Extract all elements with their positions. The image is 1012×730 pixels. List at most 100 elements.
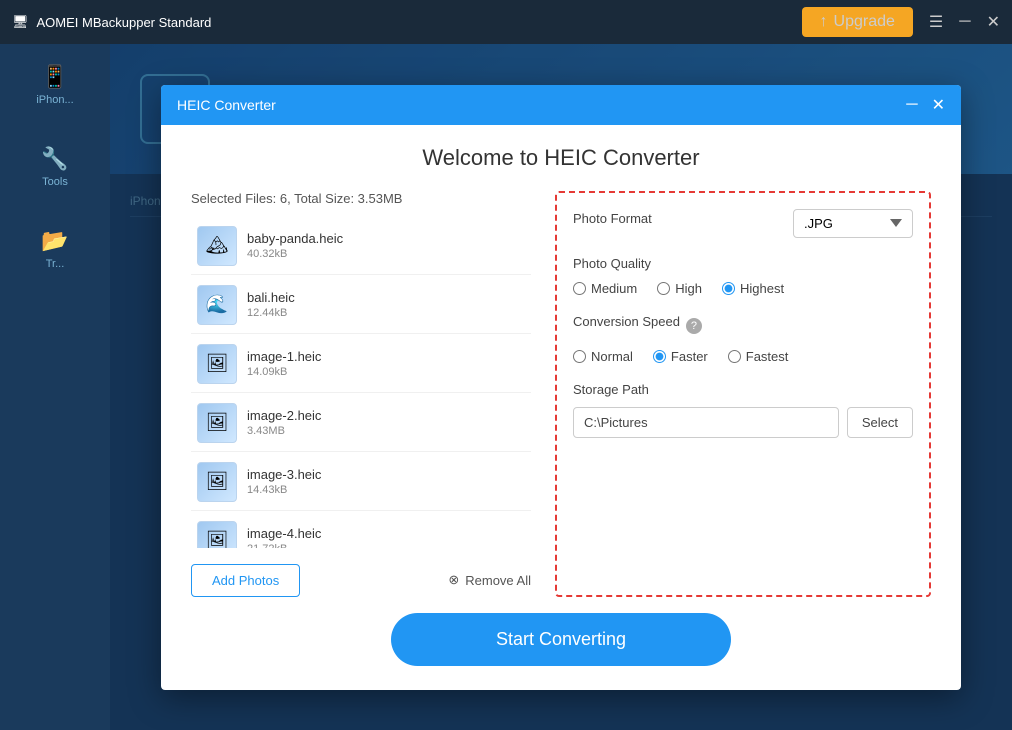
title-bar-controls: ↑ Upgrade ☰ ─ ✕ xyxy=(802,7,1000,37)
select-path-button[interactable]: Select xyxy=(847,407,913,438)
dialog-minimize-icon[interactable]: ─ xyxy=(906,96,917,114)
file-size: 12.44kB xyxy=(247,307,525,319)
dialog-overlay: HEIC Converter ─ ✕ Welcome to HEIC Conve… xyxy=(110,44,1012,730)
file-name: image-1.heic xyxy=(247,349,525,364)
file-thumbnail: 🖼 xyxy=(197,403,237,443)
list-item: 🖼 image-2.heic 3.43MB xyxy=(191,395,531,452)
file-info: image-4.heic 21.72kB xyxy=(247,526,525,548)
photo-quality-row: Photo Quality Medium High xyxy=(573,256,913,296)
quality-high-label: High xyxy=(675,281,702,296)
sidebar-item-tools-label: Tools xyxy=(42,176,68,188)
sidebar-item-tr[interactable]: 📂 Tr... xyxy=(41,228,68,270)
file-thumbnail: 🖼 xyxy=(197,521,237,548)
menu-icon[interactable]: ☰ xyxy=(929,12,943,32)
quality-highest-radio[interactable] xyxy=(722,282,735,295)
title-bar-left: 🖥 AOMEI MBackupper Standard xyxy=(12,14,211,30)
file-thumbnail: 🌊 xyxy=(197,285,237,325)
add-photos-button[interactable]: Add Photos xyxy=(191,564,300,597)
quality-highest-label: Highest xyxy=(740,281,784,296)
speed-fastest-option[interactable]: Fastest xyxy=(728,349,789,364)
format-row: Photo Format .JPG .PNG xyxy=(573,209,913,238)
storage-path-label: Storage Path xyxy=(573,382,913,397)
photo-format-row: Photo Format .JPG .PNG xyxy=(573,209,913,238)
speed-fastest-radio[interactable] xyxy=(728,350,741,363)
sidebar: 📱 iPhon... 🔧 Tools 📂 Tr... xyxy=(0,44,110,730)
storage-path-row: Storage Path Select xyxy=(573,382,913,438)
quality-medium-radio[interactable] xyxy=(573,282,586,295)
file-info: image-3.heic 14.43kB xyxy=(247,467,525,496)
dialog-close-icon[interactable]: ✕ xyxy=(932,95,945,115)
app-icon: 🖥 xyxy=(12,14,29,30)
settings-section: Photo Format .JPG .PNG Photo Quality xyxy=(555,191,931,597)
file-info: baby-panda.heic 40.32kB xyxy=(247,231,525,260)
quality-radio-group: Medium High Highest xyxy=(573,281,913,296)
dialog-titlebar-controls: ─ ✕ xyxy=(906,95,945,115)
transfer-icon: 📂 xyxy=(41,228,68,254)
tools-icon: 🔧 xyxy=(41,146,68,172)
list-item: 🖼 image-4.heic 21.72kB xyxy=(191,513,531,548)
conversion-speed-label: Conversion Speed xyxy=(573,314,680,329)
list-item: 🌊 bali.heic 12.44kB xyxy=(191,277,531,334)
photo-format-select[interactable]: .JPG .PNG xyxy=(793,209,913,238)
sidebar-item-iphone[interactable]: 📱 iPhon... xyxy=(36,64,73,106)
app-body: 📱 iPhon... 🔧 Tools 📂 Tr... 📱 Welcome to … xyxy=(0,44,1012,730)
title-bar: 🖥 AOMEI MBackupper Standard ↑ Upgrade ☰ … xyxy=(0,0,1012,44)
storage-path-input[interactable] xyxy=(573,407,839,438)
speed-normal-option[interactable]: Normal xyxy=(573,349,633,364)
speed-radio-group: Normal Faster Fastest xyxy=(573,349,913,364)
sidebar-item-tr-label: Tr... xyxy=(46,258,65,270)
app-title: AOMEI MBackupper Standard xyxy=(37,15,212,30)
file-info: image-1.heic 14.09kB xyxy=(247,349,525,378)
help-icon[interactable]: ? xyxy=(686,318,702,334)
file-size: 40.32kB xyxy=(247,248,525,260)
remove-all-label: Remove All xyxy=(465,573,531,588)
quality-highest-option[interactable]: Highest xyxy=(722,281,784,296)
photo-format-label: Photo Format xyxy=(573,211,652,226)
speed-faster-label: Faster xyxy=(671,349,708,364)
list-item: 🖼 image-1.heic 14.09kB xyxy=(191,336,531,393)
quality-medium-option[interactable]: Medium xyxy=(573,281,637,296)
close-icon[interactable]: ✕ xyxy=(987,12,1000,32)
file-thumbnail: 🖼 xyxy=(197,462,237,502)
file-name: image-4.heic xyxy=(247,526,525,541)
speed-label-row: Conversion Speed ? xyxy=(573,314,913,339)
file-thumbnail: 🏔 xyxy=(197,226,237,266)
quality-medium-label: Medium xyxy=(591,281,637,296)
dialog-content: Selected Files: 6, Total Size: 3.53MB 🏔 … xyxy=(191,191,931,597)
file-size: 3.43MB xyxy=(247,425,525,437)
speed-normal-radio[interactable] xyxy=(573,350,586,363)
conversion-speed-row: Conversion Speed ? Normal xyxy=(573,314,913,364)
file-size: 21.72kB xyxy=(247,543,525,548)
file-actions: Add Photos ⊗ Remove All xyxy=(191,564,531,597)
upgrade-button[interactable]: ↑ Upgrade xyxy=(802,7,913,37)
quality-high-option[interactable]: High xyxy=(657,281,702,296)
main-content: 📱 Welcome to AOMEI MBackupper Always kee… xyxy=(110,44,1012,730)
file-name: baby-panda.heic xyxy=(247,231,525,246)
speed-faster-radio[interactable] xyxy=(653,350,666,363)
quality-high-radio[interactable] xyxy=(657,282,670,295)
speed-faster-option[interactable]: Faster xyxy=(653,349,708,364)
file-thumbnail: 🖼 xyxy=(197,344,237,384)
file-size: 14.43kB xyxy=(247,484,525,496)
minimize-icon[interactable]: ─ xyxy=(959,13,970,31)
heic-converter-dialog: HEIC Converter ─ ✕ Welcome to HEIC Conve… xyxy=(161,85,961,690)
remove-all-button[interactable]: ⊗ Remove All xyxy=(448,572,531,588)
file-list: 🏔 baby-panda.heic 40.32kB 🌊 xyxy=(191,218,531,548)
file-summary: Selected Files: 6, Total Size: 3.53MB xyxy=(191,191,531,206)
file-section: Selected Files: 6, Total Size: 3.53MB 🏔 … xyxy=(191,191,531,597)
dialog-titlebar: HEIC Converter ─ ✕ xyxy=(161,85,961,125)
file-name: image-2.heic xyxy=(247,408,525,423)
sidebar-item-tools[interactable]: 🔧 Tools xyxy=(41,146,68,188)
upgrade-icon: ↑ xyxy=(820,13,828,31)
file-name: bali.heic xyxy=(247,290,525,305)
file-name: image-3.heic xyxy=(247,467,525,482)
dialog-heading: Welcome to HEIC Converter xyxy=(191,145,931,171)
remove-all-icon: ⊗ xyxy=(448,572,459,588)
storage-path-input-row: Select xyxy=(573,407,913,438)
start-btn-row: Start Converting xyxy=(191,613,931,666)
file-size: 14.09kB xyxy=(247,366,525,378)
speed-fastest-label: Fastest xyxy=(746,349,789,364)
photo-quality-label: Photo Quality xyxy=(573,256,913,271)
start-converting-button[interactable]: Start Converting xyxy=(391,613,731,666)
speed-normal-label: Normal xyxy=(591,349,633,364)
